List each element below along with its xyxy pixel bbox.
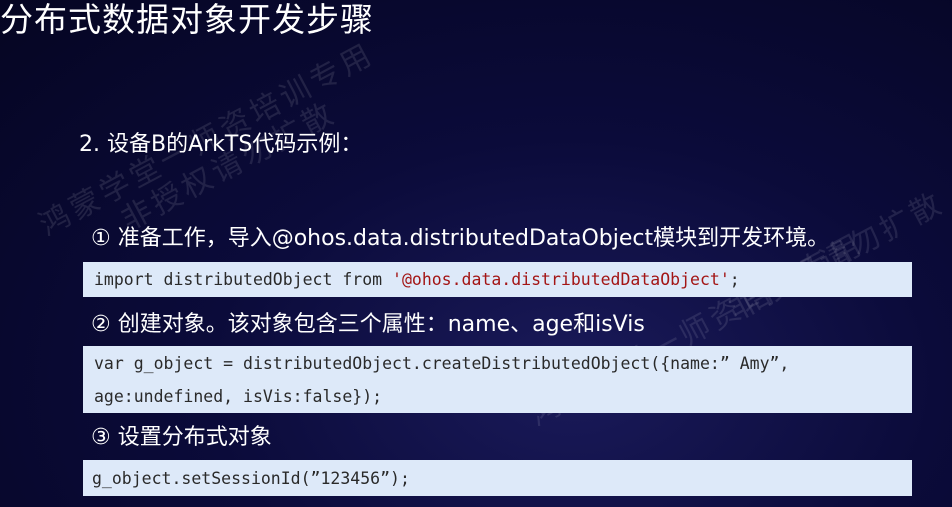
code-text: import distributedObject from [94,270,393,289]
code-block-set-session: g_object.setSessionId(”123456”); [83,460,912,496]
section-subtitle: 2. 设备B的ArkTS代码示例： [79,132,363,157]
code-line: g_object.setSessionId(”123456”); [92,469,410,488]
code-block-import: import distributedObject from '@ohos.dat… [83,262,912,297]
step-3-label: ③ 设置分布式对象 [91,425,272,450]
code-block-create-object: var g_object = distributedObject.createD… [83,346,912,413]
code-line: import distributedObject from '@ohos.dat… [94,263,912,296]
code-string: '@ohos.data.distributedDataObject' [392,270,730,289]
code-line: var g_object = distributedObject.createD… [94,354,790,373]
watermark-text: 非授权请勿扩散 [115,95,343,238]
code-line: age:undefined, isVis:false}); [94,387,383,406]
step-1-label: ① 准备工作，导入@ohos.data.distributedDataObjec… [91,226,830,251]
page-title: 分布式数据对象开发步骤 [0,0,374,39]
step-2-label: ② 创建对象。该对象包含三个属性：name、age和isVis [91,312,645,337]
code-text: ; [729,270,740,289]
